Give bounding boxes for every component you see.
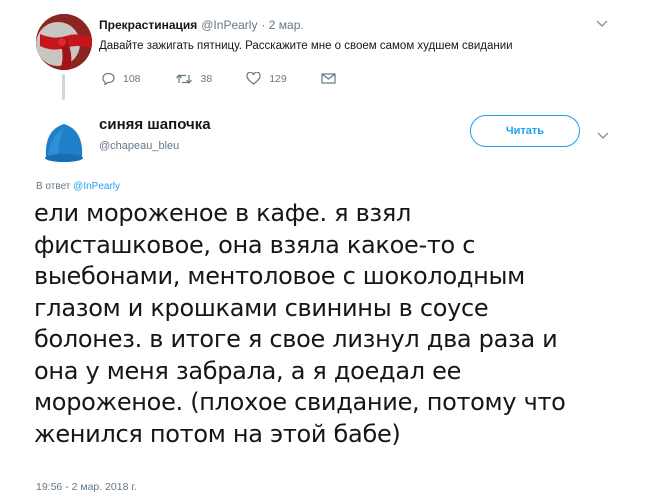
retweet-button[interactable]: 38 xyxy=(175,72,213,85)
reply-count: 108 xyxy=(123,72,141,85)
tweet-text-line: мороженое. (плохое свидание, потому что xyxy=(34,388,566,416)
main-tweet-text: ели мороженое в кафе. я взял фисташковое… xyxy=(34,198,634,450)
follow-button[interactable]: Читать xyxy=(470,115,580,147)
retweet-count: 38 xyxy=(200,72,213,85)
like-count: 129 xyxy=(269,72,287,85)
parent-avatar-image xyxy=(36,14,92,70)
parent-author-name[interactable]: Прекрастинация xyxy=(99,18,197,32)
parent-author-line: Прекрастинация @InPearly · 2 мар. xyxy=(99,18,304,32)
tweet-text-line: выебонами, ментоловое с шоколодным xyxy=(34,262,525,290)
tweet-text-line: болонез. в итоге я свое лизнул два раза … xyxy=(34,325,558,353)
thread-connector-line xyxy=(62,74,65,100)
message-icon xyxy=(321,73,336,84)
tweet-text-line: она у меня забрала, а я доедал ее xyxy=(34,356,462,385)
parent-author-handle[interactable]: @InPearly xyxy=(201,18,257,32)
like-button[interactable]: 129 xyxy=(246,72,287,85)
tweet-timestamp[interactable]: 19:56 - 2 мар. 2018 г. xyxy=(36,481,137,493)
reply-prefix: В ответ xyxy=(36,181,71,192)
parent-avatar[interactable] xyxy=(36,14,92,70)
direct-message-button[interactable] xyxy=(321,73,336,84)
heart-icon xyxy=(246,72,261,85)
main-avatar-image xyxy=(36,112,92,168)
parent-tweet-date[interactable]: · 2 мар. xyxy=(261,18,303,32)
chevron-down-icon[interactable] xyxy=(596,16,608,31)
tweet-text-line: фисташковое, она взяла какое-то с xyxy=(34,230,476,259)
parent-tweet-actions: 108 38 129 xyxy=(101,72,370,85)
tweet-text-line: глазом и крошками свинины в соусе xyxy=(34,293,489,322)
main-avatar[interactable] xyxy=(36,112,92,168)
parent-tweet-text: Давайте зажигать пятницу. Расскажите мне… xyxy=(99,40,513,52)
tweet-text-line: ели мороженое в кафе. я взял xyxy=(34,199,412,227)
retweet-icon xyxy=(175,73,192,84)
main-author-name[interactable]: синяя шапочка xyxy=(99,116,211,133)
reply-button[interactable]: 108 xyxy=(101,72,141,85)
reply-context: В ответ @InPearly xyxy=(36,181,120,192)
reply-mention-link[interactable]: @InPearly xyxy=(73,181,120,192)
chevron-down-icon[interactable] xyxy=(597,128,609,143)
tweet-text-line: женился потом на этой бабе) xyxy=(34,419,401,448)
reply-icon xyxy=(102,72,115,85)
main-author-handle[interactable]: @chapeau_bleu xyxy=(99,140,179,152)
